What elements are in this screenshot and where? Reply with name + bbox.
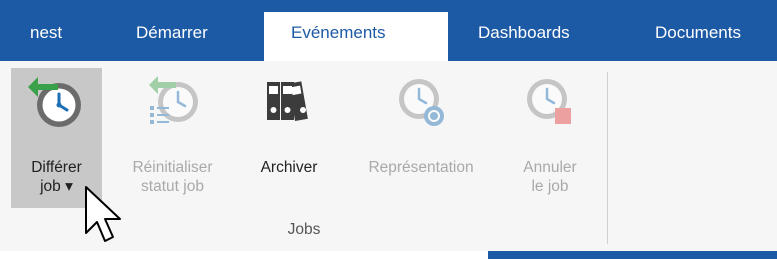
tab-dashboards[interactable]: Dashboards [448, 12, 618, 61]
tab-label: Démarrer [136, 23, 208, 42]
tab-label: nest [30, 23, 63, 42]
tab-demarrer[interactable]: Démarrer [124, 12, 264, 61]
ribbon-separator [607, 72, 608, 244]
label-line: Réinitialiser [132, 159, 213, 176]
tab-evenements[interactable]: Evénements [264, 12, 448, 61]
label-line: le job [531, 178, 569, 195]
tab-label: Dashboards [478, 23, 570, 42]
archiver-label: Archiver [241, 158, 337, 177]
tab-label: Documents [655, 23, 741, 42]
tab-documents[interactable]: Documents [618, 12, 777, 61]
clock-refresh-icon [399, 79, 444, 126]
annuler-le-job-button[interactable]: Annuler le job [505, 68, 595, 208]
label-line: Représentation [368, 159, 474, 176]
ribbon-tab-bar: nest Démarrer Evénements Dashboards Docu… [0, 0, 777, 61]
ribbon-bottom-strip [0, 251, 777, 259]
tab-nest[interactable]: nest [0, 12, 124, 61]
tab-label: Evénements [291, 23, 386, 42]
reinitialiser-label: Réinitialiser statut job [110, 158, 235, 196]
clock-cancel-icon [527, 79, 571, 124]
label-line: Différer [31, 159, 82, 176]
clock-list-icon [148, 76, 198, 124]
clock-back-arrow-icon [27, 77, 81, 127]
binders-icon [267, 81, 308, 122]
representation-label: Représentation [343, 158, 499, 177]
archiver-button[interactable]: Archiver [241, 68, 337, 208]
annuler-label: Annuler le job [505, 158, 595, 196]
reinitialiser-statut-job-button[interactable]: Réinitialiser statut job [110, 68, 235, 208]
representation-button[interactable]: Représentation [343, 68, 499, 208]
label-line: Archiver [260, 159, 318, 176]
label-line: statut job [141, 178, 204, 195]
label-line: Annuler [523, 159, 577, 176]
mouse-pointer-icon [85, 186, 121, 242]
content-area-edge [488, 251, 777, 259]
